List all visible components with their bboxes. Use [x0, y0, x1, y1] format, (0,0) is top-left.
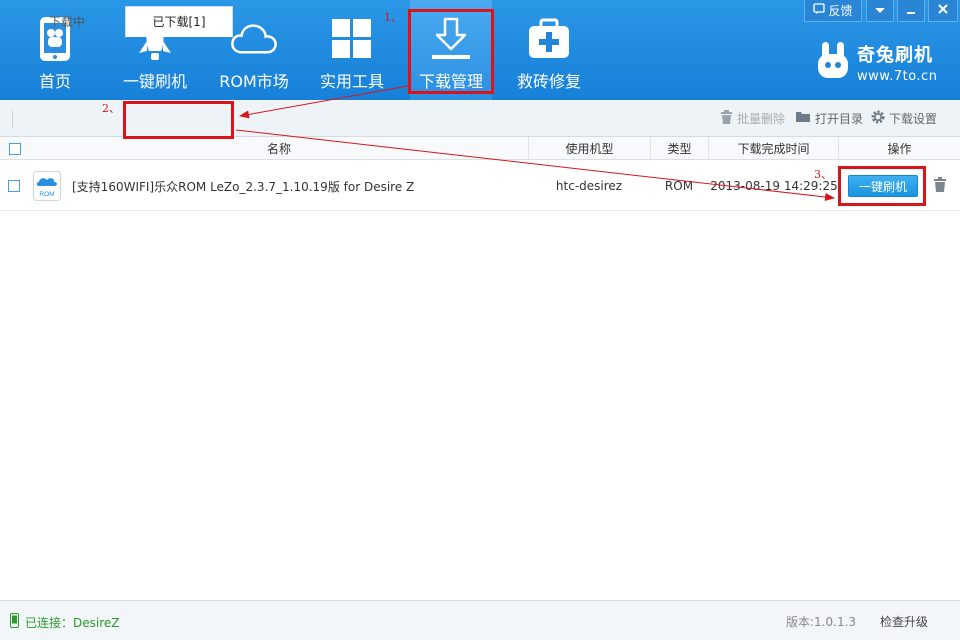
nav-label: 下载管理: [418, 72, 483, 91]
row-select[interactable]: [8, 161, 20, 211]
minimize-button[interactable]: [897, 0, 925, 22]
brand-logo: 奇兔刷机 www.7to.cn: [815, 40, 937, 84]
row-type: ROM: [664, 179, 694, 193]
column-type-label: 类型: [667, 142, 692, 156]
batch-delete-button[interactable]: 批量删除: [720, 108, 785, 128]
column-header-type: 类型: [650, 137, 708, 160]
row-file-name: [支持160WIFI]乐众ROM LeZo_2.3.7_1.10.19版 for…: [72, 179, 415, 194]
nav-label: 一键刷机: [122, 72, 187, 91]
feedback-button[interactable]: 反馈: [804, 0, 862, 22]
column-header-action: 操作: [838, 137, 960, 160]
status-bar: 已连接：DesireZ 版本:1.0.1.3 检查升级: [0, 600, 960, 640]
open-directory-label: 打开目录: [815, 111, 864, 126]
one-click-flash-button[interactable]: 一键刷机: [848, 175, 918, 197]
column-header-finish-time: 下载完成时间: [708, 137, 838, 160]
first-aid-icon: [525, 15, 573, 63]
row-model: htc-desirez: [555, 179, 623, 193]
minimize-icon: [905, 3, 917, 18]
rom-file-icon: ROM: [33, 161, 61, 211]
header-select-all[interactable]: [0, 137, 30, 160]
cloud-icon: [230, 15, 278, 63]
connection-status-text: 已连接：DesireZ: [25, 615, 120, 630]
feedback-icon: [813, 3, 826, 18]
column-header-name: 名称: [30, 137, 528, 160]
column-action-label: 操作: [887, 142, 912, 156]
table-header: 名称 使用机型 类型 下载完成时间 操作: [0, 137, 960, 160]
tab-downloading[interactable]: 下载中: [28, 6, 106, 37]
tab-downloaded[interactable]: 已下载[1]: [125, 6, 233, 37]
nav-label: ROM市场: [219, 72, 289, 91]
nav-item-utilities[interactable]: 实用工具: [312, 0, 392, 100]
brand-url: www.7to.cn: [857, 68, 938, 84]
check-update-link[interactable]: 检查升级: [880, 613, 928, 630]
nav-label: 救砖修复: [516, 72, 581, 91]
menu-button[interactable]: [866, 0, 894, 22]
select-all-checkbox[interactable]: [9, 142, 21, 155]
row-delete-button[interactable]: [933, 161, 947, 211]
one-click-flash-label: 一键刷机: [858, 179, 907, 194]
open-directory-button[interactable]: 打开目录: [795, 108, 863, 128]
tab-downloading-label: 下载中: [48, 15, 85, 29]
tab-divider: [12, 110, 13, 128]
annotation-number-3: 3、: [814, 168, 832, 181]
nav-label: 首页: [38, 72, 71, 91]
svg-text:ROM: ROM: [39, 191, 54, 198]
trash-icon: [933, 177, 947, 195]
download-settings-label: 下载设置: [889, 111, 938, 126]
nav-label: 实用工具: [319, 72, 384, 91]
windows-grid-icon: [328, 15, 376, 63]
brand-name: 奇兔刷机: [857, 44, 933, 66]
tab-downloaded-label: 已下载[1]: [152, 15, 206, 29]
nav-item-download-manager[interactable]: 下载管理: [410, 0, 492, 100]
column-finish-time-label: 下载完成时间: [737, 142, 810, 156]
phone-connected-icon: [10, 613, 19, 631]
rabbit-logo-icon: [815, 40, 851, 84]
trash-icon: [720, 109, 733, 127]
folder-icon: [795, 110, 811, 126]
download-icon: [427, 15, 475, 63]
column-name-label: 名称: [266, 142, 291, 156]
annotation-number-1: 1、: [384, 11, 402, 24]
close-icon: [937, 3, 949, 18]
row-checkbox[interactable]: [8, 180, 20, 192]
download-settings-button[interactable]: 下载设置: [871, 108, 937, 128]
nav-item-brick-repair[interactable]: 救砖修复: [508, 0, 590, 100]
annotation-number-2: 2、: [102, 102, 120, 115]
column-model-label: 使用机型: [565, 142, 614, 156]
batch-delete-label: 批量删除: [737, 111, 786, 126]
chevron-down-icon: [874, 4, 886, 18]
version-text: 版本:1.0.1.3: [786, 615, 857, 629]
close-button[interactable]: [928, 0, 958, 22]
connection-status: 已连接：DesireZ: [10, 613, 119, 631]
gear-icon: [871, 110, 885, 127]
column-header-model: 使用机型: [528, 137, 650, 160]
feedback-label: 反馈: [828, 4, 853, 18]
